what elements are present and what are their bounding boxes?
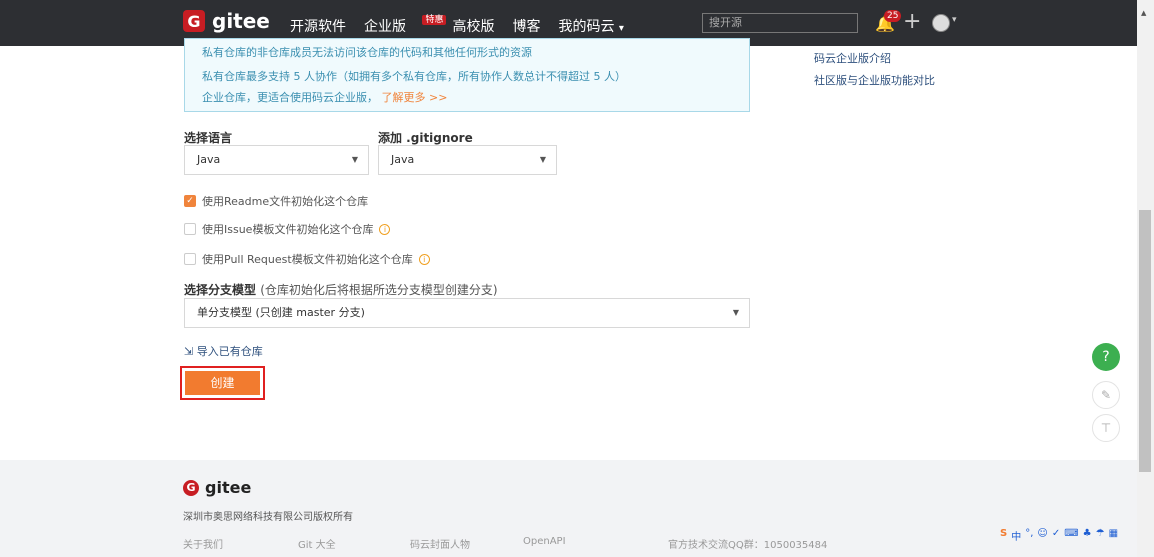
ime-toolbar[interactable]: S 中 °, ☺ ✓ ⌨ ♣ ☂ ▦ — [1000, 528, 1118, 543]
keyboard-icon[interactable]: ⌨ — [1064, 528, 1078, 543]
import-repo-label: 导入已有仓库 — [196, 345, 263, 358]
emoji-icon[interactable]: ☺ — [1037, 528, 1047, 543]
info-line-text: 企业仓库，更适合使用码云企业版， — [202, 91, 378, 104]
plus-icon[interactable]: + — [903, 9, 921, 34]
chevron-down-icon[interactable]: ▾ — [952, 15, 957, 25]
ime-logo-icon: S — [1000, 528, 1008, 539]
nav-item-blog[interactable]: 博客 — [512, 16, 540, 36]
footer-link-openapi[interactable]: OpenAPI — [523, 536, 566, 547]
nav-item-enterprise-label: 企业版 — [364, 19, 406, 35]
info-line: 私有仓库的非仓库成员无法访问该仓库的代码和其他任何形式的资源 — [202, 46, 532, 59]
create-button-highlight: 创建 — [180, 366, 265, 400]
info-icon[interactable]: i — [379, 223, 391, 235]
edit-icon[interactable]: ✎ — [1092, 381, 1120, 409]
readme-checkbox[interactable]: ✓ — [184, 195, 196, 207]
private-repo-info-box: 私有仓库的非仓库成员无法访问该仓库的代码和其他任何形式的资源 私有仓库最多支持 … — [184, 38, 750, 112]
learn-more-link[interactable]: 了解更多 >> — [382, 91, 448, 104]
gitignore-label: 添加 .gitignore — [378, 131, 473, 145]
ime-chinese-icon[interactable]: 中 — [1011, 528, 1021, 543]
mic-icon[interactable]: ✓ — [1052, 528, 1060, 543]
create-button[interactable]: 创建 — [185, 371, 260, 395]
issue-template-checkbox[interactable] — [184, 223, 196, 235]
readme-init-option[interactable]: ✓ 使用Readme文件初始化这个仓库 — [184, 193, 368, 209]
gitee-logo-icon: G — [183, 10, 205, 32]
import-repo-link[interactable]: ⇲ 导入已有仓库 — [184, 343, 263, 359]
notification-count-badge: 25 — [884, 10, 902, 22]
tools-icon[interactable]: ☂ — [1096, 528, 1105, 543]
skin-icon[interactable]: ♣ — [1083, 528, 1092, 543]
language-value: Java — [197, 153, 221, 166]
import-icon: ⇲ — [184, 345, 194, 358]
footer-qq-group: 官方技术交流QQ群：1050035484 — [668, 540, 828, 551]
nav-item-education[interactable]: 高校版 — [452, 16, 494, 36]
nav-menu: 开源软件 企业版 特惠 高校版 博客 我的码云 ▾ — [290, 15, 642, 36]
issue-template-checkbox-label: 使用Issue模板文件初始化这个仓库 — [202, 223, 374, 236]
branch-model-value: 单分支模型 (只创建 master 分支) — [197, 306, 365, 319]
nav-item-my-gitee-label: 我的码云 — [558, 19, 615, 35]
issue-template-option[interactable]: 使用Issue模板文件初始化这个仓库 i — [184, 221, 391, 237]
nav-item-my-gitee[interactable]: 我的码云 ▾ — [558, 16, 623, 36]
chevron-down-icon: ▼ — [351, 155, 358, 164]
promo-badge: 特惠 — [422, 15, 447, 25]
info-line: 企业仓库，更适合使用码云企业版， 了解更多 >> — [202, 89, 447, 105]
chevron-down-icon: ▼ — [732, 308, 739, 317]
scroll-up-icon[interactable]: ▲ — [1141, 9, 1146, 17]
pr-template-checkbox-label: 使用Pull Request模板文件初始化这个仓库 — [202, 253, 413, 266]
footer-link-cover[interactable]: 码云封面人物 — [410, 536, 470, 551]
footer: G gitee 深圳市奥思网络科技有限公司版权所有 关于我们 Git 大全 码云… — [0, 460, 1137, 557]
help-button[interactable]: ? — [1092, 343, 1120, 371]
language-select[interactable]: Java ▼ — [184, 145, 369, 175]
scrollbar-thumb[interactable] — [1139, 210, 1151, 472]
branch-model-select[interactable]: 单分支模型 (只创建 master 分支) ▼ — [184, 298, 750, 328]
grid-icon[interactable]: ▦ — [1109, 528, 1118, 543]
gitee-logo-text: gitee — [212, 9, 270, 33]
edition-compare-link[interactable]: 社区版与企业版功能对比 — [814, 72, 935, 88]
back-to-top-icon[interactable]: ⊤ — [1092, 414, 1120, 442]
footer-link-git[interactable]: Git 大全 — [298, 536, 336, 551]
footer-logo[interactable]: G gitee — [183, 478, 251, 497]
gitee-logo-icon: G — [183, 479, 199, 496]
nav-item-enterprise[interactable]: 企业版 特惠 — [364, 15, 447, 36]
nav-item-opensource[interactable]: 开源软件 — [290, 16, 346, 36]
chevron-down-icon: ▼ — [539, 155, 546, 164]
language-label: 选择语言 — [184, 131, 233, 145]
pr-template-option[interactable]: 使用Pull Request模板文件初始化这个仓库 i — [184, 251, 430, 267]
pr-template-checkbox[interactable] — [184, 253, 196, 265]
footer-logo-text: gitee — [205, 478, 252, 497]
search-input[interactable]: 搜开源 — [702, 13, 858, 33]
info-line: 私有仓库最多支持 5 人协作（如拥有多个私有仓库，所有协作人数总计不得超过 5 … — [202, 70, 626, 83]
gitignore-value: Java — [391, 153, 415, 166]
copyright-text: 深圳市奥思网络科技有限公司版权所有 — [183, 512, 353, 523]
branch-model-title: 选择分支模型 — [184, 283, 257, 297]
chevron-down-icon: ▾ — [618, 23, 624, 34]
branch-model-hint: (仓库初始化后将根据所选分支模型创建分支) — [260, 283, 498, 297]
branch-model-label: 选择分支模型 (仓库初始化后将根据所选分支模型创建分支) — [184, 281, 498, 298]
ime-punct-icon[interactable]: °, — [1025, 528, 1033, 543]
info-icon[interactable]: i — [418, 253, 430, 265]
gitignore-select[interactable]: Java ▼ — [378, 145, 557, 175]
gitee-logo[interactable]: G gitee — [183, 9, 270, 33]
enterprise-intro-link[interactable]: 码云企业版介绍 — [814, 50, 891, 66]
avatar[interactable] — [932, 14, 950, 32]
readme-checkbox-label: 使用Readme文件初始化这个仓库 — [202, 195, 369, 208]
footer-link-about[interactable]: 关于我们 — [183, 536, 223, 551]
